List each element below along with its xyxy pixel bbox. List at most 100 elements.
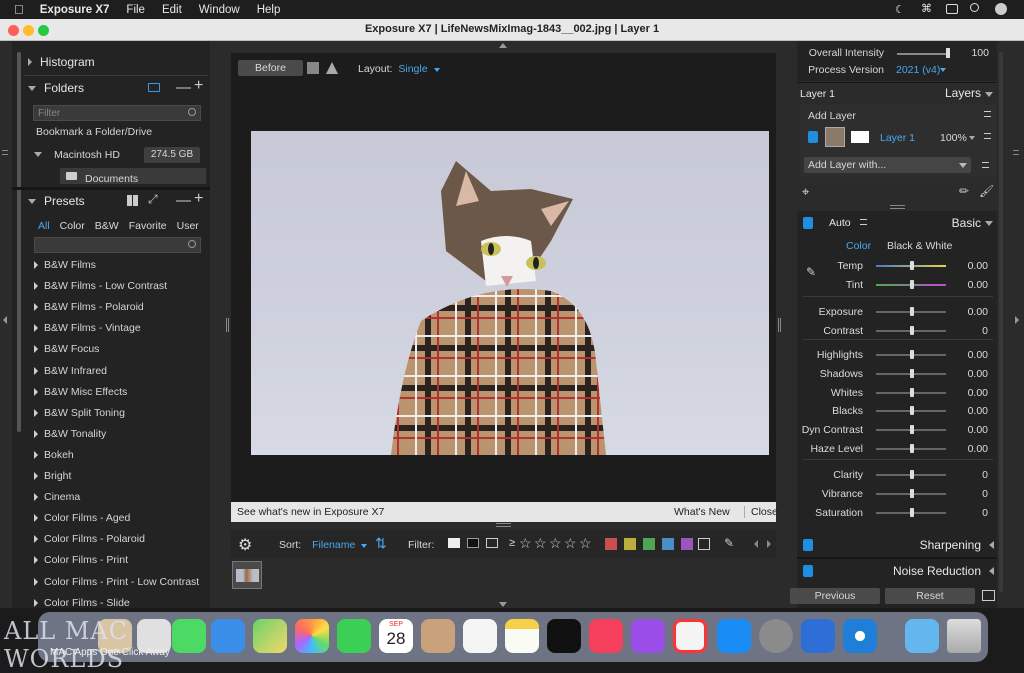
downloads-folder-icon[interactable] (905, 619, 939, 653)
notes-app-icon[interactable] (505, 619, 539, 653)
documents-row[interactable]: Documents (60, 168, 206, 185)
slider-row-blacks[interactable]: Blacks 0.00 (800, 402, 996, 420)
aperture-app-icon[interactable] (843, 619, 877, 653)
slider-value[interactable]: 0.00 (968, 306, 988, 318)
add-folder-icon[interactable] (148, 83, 160, 92)
expand-icon[interactable]: ⤢ (148, 192, 158, 207)
slider-knob[interactable] (910, 489, 914, 498)
drive-row[interactable]: Macintosh HD 274.5 GB (34, 146, 206, 164)
preset-item[interactable]: B&W Infrared (34, 365, 107, 377)
center-grip[interactable] (496, 523, 511, 527)
scroll-left-icon[interactable] (754, 540, 758, 548)
filmstrip-thumbnail[interactable] (232, 561, 262, 589)
previous-button[interactable]: Previous (790, 588, 880, 604)
main-photo[interactable] (251, 131, 769, 455)
add-layer-with-dropdown[interactable]: Add Layer with... (804, 157, 971, 173)
slider-row-saturation[interactable]: Saturation 0 (800, 504, 996, 522)
sort-control[interactable]: Sort: Filename (279, 539, 368, 551)
preset-item[interactable]: Color Films - Print (34, 554, 128, 566)
preset-item[interactable]: Color Films - Slide (34, 597, 130, 609)
overall-intensity-row[interactable]: Overall Intensity 100 (800, 47, 996, 61)
slider-knob[interactable] (910, 508, 914, 517)
tab-user[interactable]: User (177, 220, 199, 232)
slider-value[interactable]: 0.00 (968, 424, 988, 436)
moon-icon[interactable]: ☾ (895, 3, 905, 16)
layer-name[interactable]: Layer 1 (880, 132, 915, 144)
layer-menu-icon[interactable] (984, 133, 991, 139)
slider-value[interactable]: 0 (982, 469, 988, 481)
slider-value[interactable]: 0.00 (968, 260, 988, 272)
center-right-grip[interactable] (778, 318, 781, 332)
system-preferences-icon[interactable] (759, 619, 793, 653)
layout-control[interactable]: Layout: Single (358, 63, 440, 75)
color-label-swatch[interactable] (624, 538, 636, 550)
slider-value[interactable]: 0.00 (968, 443, 988, 455)
sort-direction-icon[interactable]: ⇅ (375, 535, 387, 552)
slider-row-vibrance[interactable]: Vibrance 0 (800, 485, 996, 503)
preset-item[interactable]: B&W Tonality (34, 428, 106, 440)
basic-toggle[interactable] (803, 217, 813, 229)
tab-favorite[interactable]: Favorite (129, 220, 167, 232)
eyedropper-icon[interactable]: ✎ (724, 536, 734, 550)
left-grip[interactable] (2, 150, 8, 155)
photos-app-icon[interactable] (295, 619, 329, 653)
slider-value[interactable]: 0 (982, 488, 988, 500)
preset-item[interactable]: B&W Films - Low Contrast (34, 280, 167, 292)
split-view-icon[interactable] (326, 62, 338, 74)
slider-knob[interactable] (910, 326, 914, 335)
brush-icon[interactable]: 🖌 (979, 184, 994, 198)
reminders-app-icon[interactable] (463, 619, 497, 653)
slider-knob[interactable] (910, 350, 914, 359)
preset-item[interactable]: Bright (34, 470, 71, 482)
menu-window[interactable]: Window (199, 4, 240, 16)
slider-knob[interactable] (910, 425, 914, 434)
reject-flag-icon[interactable] (467, 538, 479, 548)
sort-value[interactable]: Filename (312, 539, 355, 551)
slider-knob[interactable] (910, 261, 914, 270)
preset-item[interactable]: B&W Misc Effects (34, 386, 127, 398)
bookmark-folder-link[interactable]: Bookmark a Folder/Drive (36, 126, 152, 138)
tab-all[interactable]: All (38, 220, 50, 232)
star-icon[interactable]: ☆ (564, 535, 577, 552)
star-icon[interactable]: ☆ (534, 535, 547, 552)
more-options-icon[interactable] (982, 162, 989, 168)
menu-app-name[interactable]: Exposure X7 (40, 4, 110, 16)
slider-value[interactable]: 0.00 (968, 405, 988, 417)
plus-icon[interactable]: + (194, 77, 203, 95)
menu-edit[interactable]: Edit (162, 4, 182, 16)
color-label-swatch[interactable] (643, 538, 655, 550)
slider-row-haze-level[interactable]: Haze Level 0.00 (800, 440, 996, 458)
slider-value[interactable]: 0.00 (968, 349, 988, 361)
before-button[interactable]: Before (238, 60, 303, 76)
sharpening-header[interactable]: Sharpening (797, 535, 997, 557)
minus-icon[interactable]: — (176, 192, 191, 209)
preset-item[interactable]: Color Films - Print - Low Contrast (34, 576, 199, 588)
color-label-swatch[interactable] (681, 538, 693, 550)
facetime-app-icon[interactable] (337, 619, 371, 653)
preset-item[interactable]: B&W Focus (34, 343, 99, 355)
maps-app-icon[interactable] (253, 619, 287, 653)
slider-row-dyn-contrast[interactable]: Dyn Contrast 0.00 (800, 421, 996, 439)
preset-item[interactable]: Color Films - Aged (34, 512, 130, 524)
layer-opacity[interactable]: 100% (940, 132, 967, 144)
bottom-handle[interactable] (499, 602, 507, 607)
minus-icon[interactable]: — (176, 79, 191, 96)
preset-item[interactable]: B&W Films - Polaroid (34, 301, 144, 313)
process-version-row[interactable]: Process Version 2021 (v4) (800, 64, 996, 78)
layer-row[interactable]: Layer 1 100% (800, 126, 996, 148)
unflagged-icon[interactable] (486, 538, 498, 548)
slider-value[interactable]: 0 (982, 325, 988, 337)
contacts-icon[interactable] (421, 619, 455, 653)
presets-header[interactable]: Presets (28, 190, 85, 212)
close-news-button[interactable]: Close (744, 506, 778, 518)
menu-help[interactable]: Help (257, 4, 281, 16)
folder-filter-input[interactable]: Filter (33, 105, 201, 121)
star-icon[interactable]: ☆ (549, 535, 562, 552)
color-tab[interactable]: Color (846, 240, 871, 252)
music-app-icon[interactable] (589, 619, 623, 653)
auto-button[interactable]: Auto (829, 217, 851, 229)
slider-knob[interactable] (910, 470, 914, 479)
control-center-icon[interactable] (946, 4, 958, 14)
slider-row-whites[interactable]: Whites 0.00 (800, 384, 996, 402)
noise-reduction-toggle[interactable] (803, 565, 813, 577)
